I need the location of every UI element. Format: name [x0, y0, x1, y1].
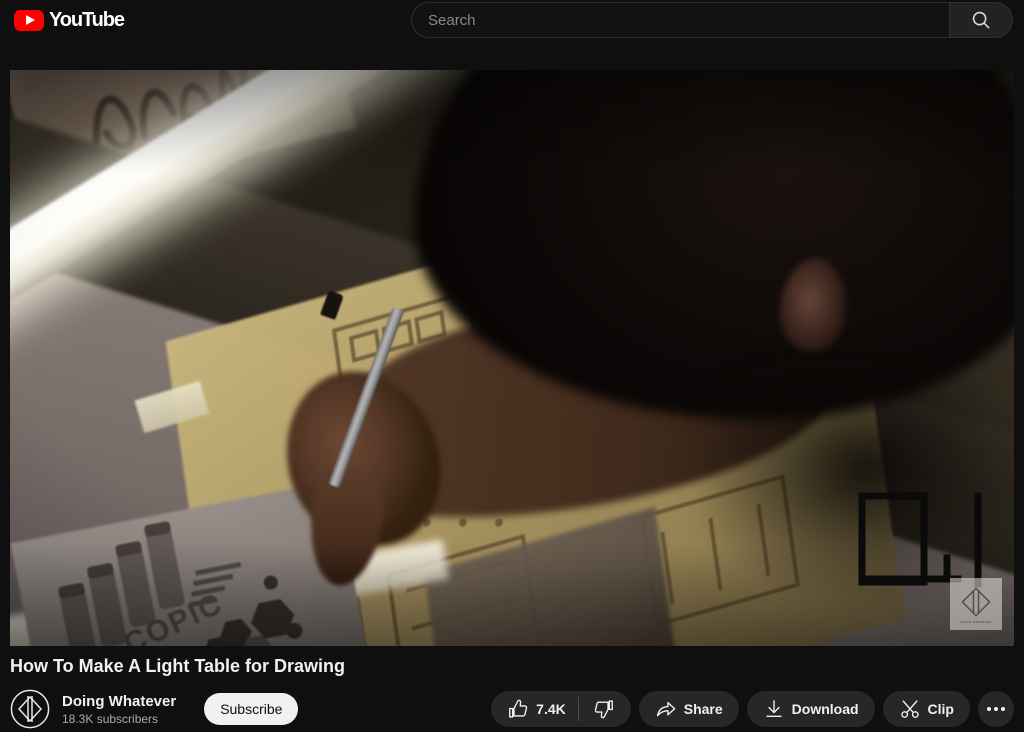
share-button[interactable]: Share	[638, 691, 739, 727]
more-horizontal-icon	[994, 707, 998, 711]
video-actions: 7.4K Share Download Clip	[491, 691, 1014, 727]
download-arrow-icon	[766, 700, 782, 718]
download-label: Download	[791, 701, 859, 717]
like-dislike-group: 7.4K	[491, 691, 631, 727]
youtube-logo[interactable]: YouTube	[14, 8, 125, 32]
channel-info: Doing Whatever 18.3K subscribers	[62, 692, 176, 727]
share-arrow-icon	[656, 701, 676, 717]
scissors-icon	[900, 700, 919, 718]
youtube-play-badge-icon	[14, 9, 44, 31]
masthead: YouTube	[0, 0, 1024, 40]
video-player[interactable]: COPIC DOING WHATEVER	[10, 70, 1014, 646]
video-frame: COPIC DOING WHATEVER	[10, 70, 1014, 646]
channel-diamond-logo-icon	[10, 689, 50, 729]
clip-label: Clip	[927, 701, 954, 717]
clip-button[interactable]: Clip	[882, 691, 970, 727]
search-bar	[411, 2, 1013, 38]
search-button[interactable]	[949, 2, 1013, 38]
search-input-wrapper[interactable]	[411, 2, 949, 38]
channel-diamond-logo-icon	[961, 586, 991, 617]
channel-watermark-caption: DOING WHATEVER	[960, 619, 992, 624]
more-horizontal-icon	[1001, 707, 1005, 711]
thumb-up-icon	[509, 699, 528, 718]
download-button[interactable]: Download	[746, 691, 875, 727]
subscribe-button[interactable]: Subscribe	[204, 693, 299, 725]
more-actions-button[interactable]	[978, 691, 1014, 727]
youtube-logo-text: YouTube	[49, 8, 125, 31]
search-input[interactable]	[428, 4, 949, 36]
like-button[interactable]: 7.4K	[491, 691, 578, 727]
like-count: 7.4K	[536, 701, 566, 717]
channel-name[interactable]: Doing Whatever	[62, 692, 176, 711]
video-meta-row: Doing Whatever 18.3K subscribers Subscri…	[10, 686, 1014, 732]
channel-owner-block: Doing Whatever 18.3K subscribers Subscri…	[10, 689, 299, 729]
thumb-down-icon	[594, 700, 613, 719]
channel-watermark-button[interactable]: DOING WHATEVER	[950, 578, 1002, 630]
subscriber-count: 18.3K subscribers	[62, 711, 159, 726]
share-label: Share	[683, 701, 723, 717]
dislike-button[interactable]	[579, 691, 631, 727]
more-horizontal-icon	[987, 707, 991, 711]
avatar[interactable]	[10, 689, 50, 729]
video-title: How To Make A Light Table for Drawing	[10, 656, 346, 676]
search-icon	[972, 11, 990, 29]
